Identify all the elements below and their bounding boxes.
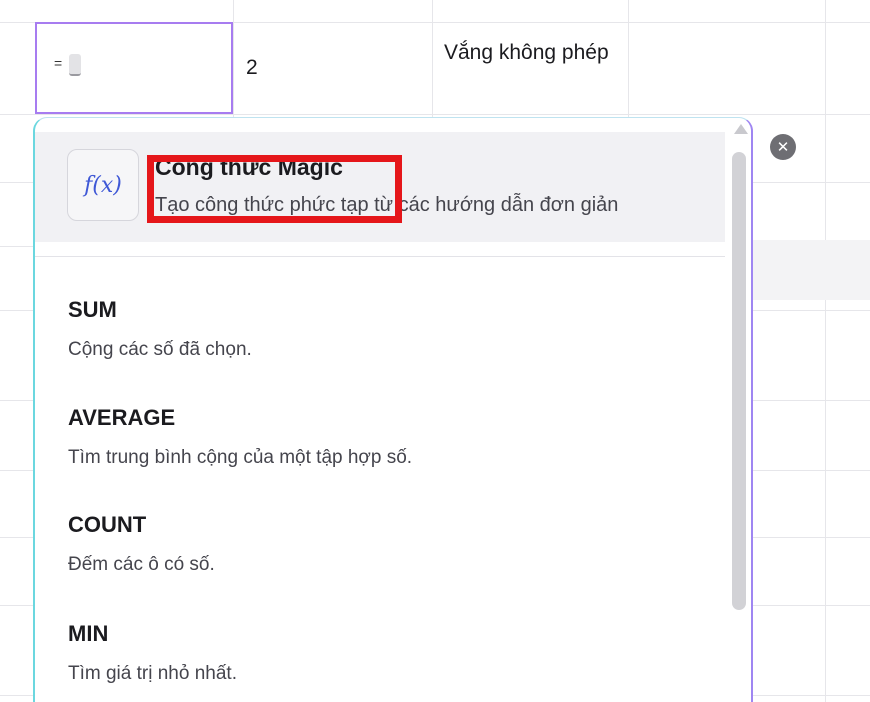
formula-equals: = xyxy=(54,55,63,71)
function-item-average[interactable]: AVERAGE Tìm trung bình cộng của một tập … xyxy=(68,404,412,470)
scrollbar-thumb[interactable] xyxy=(732,152,746,610)
function-item-sum[interactable]: SUM Cộng các số đã chọn. xyxy=(68,296,252,362)
spreadsheet-view: = 2 Vắng không phép ✕ f(x) Công thức Mag… xyxy=(0,0,870,702)
cell-status[interactable]: Vắng không phép xyxy=(444,38,614,68)
function-name: SUM xyxy=(68,297,117,322)
function-name: MIN xyxy=(68,621,109,646)
function-description: Đếm các ô có số. xyxy=(68,554,215,575)
scrollbar[interactable] xyxy=(729,118,749,702)
function-icon: f(x) xyxy=(67,149,139,221)
function-name: AVERAGE xyxy=(68,405,176,430)
function-description: Tìm trung bình cộng của một tập hợp số. xyxy=(68,447,413,468)
formula-suggestion-panel: f(x) Công thức Magic Tạo công thức phức … xyxy=(33,117,753,702)
highlight-annotation xyxy=(147,155,402,223)
cell-shade xyxy=(753,240,870,300)
magic-formula-option[interactable]: f(x) Công thức Magic Tạo công thức phức … xyxy=(35,132,725,242)
function-name: COUNT xyxy=(68,512,147,537)
function-item-min[interactable]: MIN Tìm giá trị nhỏ nhất. xyxy=(68,620,237,686)
grid-line xyxy=(825,0,826,702)
cell-number[interactable]: 2 xyxy=(246,53,258,83)
text-cursor xyxy=(69,54,81,76)
function-description: Cộng các số đã chọn. xyxy=(68,339,252,360)
function-description: Tìm giá trị nhỏ nhất. xyxy=(68,663,237,684)
divider xyxy=(35,256,725,257)
function-item-count[interactable]: COUNT Đếm các ô có số. xyxy=(68,511,215,577)
active-cell[interactable]: = xyxy=(35,22,233,114)
close-icon[interactable]: ✕ xyxy=(770,134,796,160)
scroll-up-icon[interactable] xyxy=(734,124,748,134)
grid-line xyxy=(0,114,870,115)
